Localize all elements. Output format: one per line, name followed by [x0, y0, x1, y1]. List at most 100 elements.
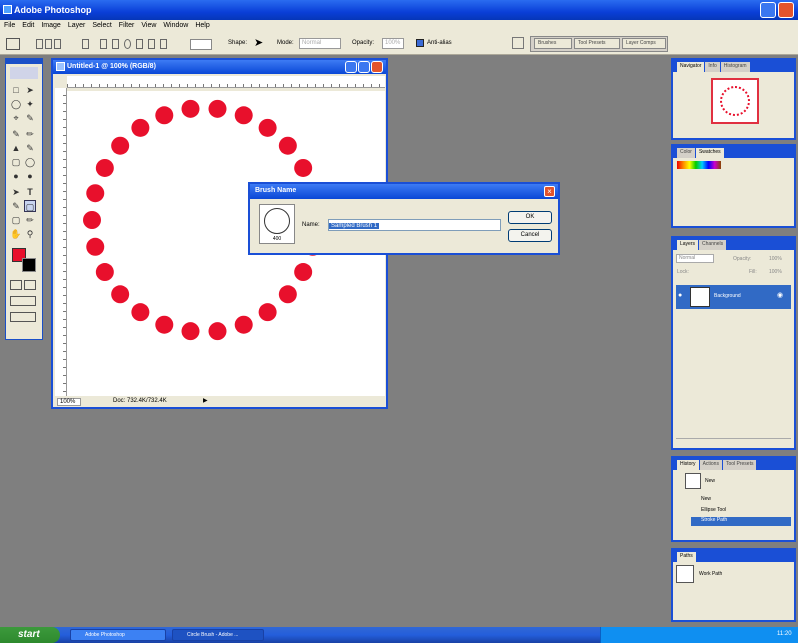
- eraser-tool-icon[interactable]: ▢: [10, 156, 22, 168]
- swatch-row[interactable]: [677, 161, 721, 169]
- navigator-thumbnail[interactable]: [711, 78, 759, 124]
- history-brush-icon[interactable]: ✎: [24, 142, 36, 154]
- layers-footer-icons[interactable]: [676, 438, 791, 446]
- status-menu-arrow-icon[interactable]: ▶: [203, 397, 208, 404]
- history-item[interactable]: Ellipse Tool: [701, 507, 791, 516]
- jump-to-imageready-icon[interactable]: [10, 312, 36, 322]
- dodge-tool-icon[interactable]: ●: [24, 170, 36, 182]
- doc-minimize-button[interactable]: [345, 61, 357, 73]
- pen-tool-icon[interactable]: [82, 39, 89, 49]
- history-item-active[interactable]: Stroke Path: [691, 517, 791, 526]
- tab-histogram[interactable]: Histogram: [720, 62, 750, 72]
- brush-tool-icon[interactable]: ✏: [24, 128, 36, 140]
- slice-tool-icon[interactable]: ✎: [24, 112, 36, 124]
- lasso-tool-icon[interactable]: ◯: [10, 98, 22, 110]
- screen-mode-icon[interactable]: [10, 296, 36, 306]
- tab-color[interactable]: Color: [677, 148, 695, 158]
- history-item[interactable]: New: [701, 496, 791, 505]
- taskbar-item-photoshop[interactable]: Adobe Photoshop: [70, 629, 166, 641]
- standard-mode-icon[interactable]: [10, 280, 22, 290]
- zoom-tool-icon[interactable]: ⚲: [24, 228, 36, 240]
- dialog-close-button[interactable]: ×: [544, 186, 555, 197]
- well-tab-brushes[interactable]: Brushes: [534, 38, 572, 49]
- adobe-online-icon[interactable]: [10, 67, 38, 79]
- snapshot-thumbnail[interactable]: [685, 473, 701, 489]
- line-icon[interactable]: [148, 39, 155, 49]
- hand-tool-icon[interactable]: ✋: [10, 228, 22, 240]
- opacity-field[interactable]: 100%: [382, 38, 404, 49]
- gradient-tool-icon[interactable]: ◯: [24, 156, 36, 168]
- tab-swatches[interactable]: Swatches: [695, 148, 724, 158]
- pen-icon[interactable]: [6, 38, 20, 50]
- type-tool-icon[interactable]: T: [24, 186, 36, 198]
- menu-item[interactable]: Layer: [68, 22, 86, 29]
- marquee-tool-icon[interactable]: □: [10, 84, 22, 96]
- background-color-swatch[interactable]: [22, 258, 36, 272]
- zoom-field[interactable]: 100%: [57, 398, 81, 406]
- fill-pixels-icon[interactable]: [54, 39, 61, 49]
- tab-info[interactable]: Info: [705, 62, 720, 72]
- menu-item[interactable]: File: [4, 22, 15, 29]
- ellipse-icon[interactable]: [124, 39, 131, 49]
- menu-item[interactable]: Help: [195, 22, 209, 29]
- taskbar-item-circle-brush[interactable]: Circle Brush - Adobe ...: [172, 629, 264, 641]
- move-tool-icon[interactable]: ➤: [24, 84, 36, 96]
- antialias-checkbox[interactable]: [416, 39, 424, 47]
- shape-layers-icon[interactable]: [36, 39, 43, 49]
- menu-item[interactable]: Image: [41, 22, 60, 29]
- tab-channels[interactable]: Channels: [699, 240, 727, 250]
- doc-close-button[interactable]: [371, 61, 383, 73]
- menu-item[interactable]: Window: [163, 22, 188, 29]
- blur-tool-icon[interactable]: ●: [10, 170, 22, 182]
- path-selection-icon[interactable]: ➤: [10, 186, 22, 198]
- tab-history[interactable]: History: [677, 460, 699, 470]
- brush-dot: [234, 106, 253, 125]
- tab-history-tool-presets[interactable]: Tool Presets: [722, 460, 757, 470]
- mode-select[interactable]: Normal: [299, 38, 341, 49]
- rounded-rectangle-icon[interactable]: [112, 39, 119, 49]
- menu-item[interactable]: View: [141, 22, 156, 29]
- doc-maximize-button[interactable]: [358, 61, 370, 73]
- close-button[interactable]: [778, 2, 794, 18]
- fill-value[interactable]: 100%: [769, 269, 782, 275]
- custom-shape-icon[interactable]: [160, 39, 167, 49]
- shape-picker[interactable]: ➤: [254, 36, 263, 49]
- minimize-button[interactable]: [760, 2, 776, 18]
- quick-mask-icon[interactable]: [24, 280, 36, 290]
- shape-tool-icon[interactable]: ▢: [24, 200, 36, 212]
- magic-wand-icon[interactable]: ✦: [24, 98, 36, 110]
- menu-item[interactable]: Select: [92, 22, 111, 29]
- doc-size-info: Doc: 732.4K/732.4K: [113, 398, 167, 404]
- clone-stamp-icon[interactable]: ▲: [10, 142, 22, 154]
- crop-tool-icon[interactable]: ⌖: [10, 112, 22, 124]
- tab-actions[interactable]: Actions: [699, 460, 722, 470]
- brush-dot: [86, 184, 105, 203]
- eye-icon[interactable]: ●: [678, 292, 682, 299]
- ok-button[interactable]: OK: [508, 211, 552, 224]
- blend-mode-select[interactable]: Normal: [676, 254, 714, 263]
- path-name[interactable]: Work Path: [699, 571, 722, 577]
- document-icon: [56, 62, 65, 71]
- polygon-icon[interactable]: [136, 39, 143, 49]
- paths-icon[interactable]: [45, 39, 52, 49]
- brush-name-input[interactable]: Sampled Brush 1: [328, 219, 501, 231]
- well-tab-layer-comps[interactable]: Layer Comps: [622, 38, 666, 49]
- menu-item[interactable]: Filter: [119, 22, 135, 29]
- tab-layers[interactable]: Layers: [677, 240, 699, 250]
- healing-brush-icon[interactable]: ✎: [10, 128, 22, 140]
- notes-tool-icon[interactable]: ▢: [10, 214, 22, 226]
- well-tab-tool-presets[interactable]: Tool Presets: [574, 38, 620, 49]
- layer-row-background[interactable]: ● Background ◉: [676, 285, 791, 309]
- layer-opacity-value[interactable]: 100%: [769, 256, 782, 262]
- geometry-options-dropdown[interactable]: [190, 39, 212, 50]
- brush-dot: [258, 118, 277, 137]
- tab-navigator[interactable]: Navigator: [677, 62, 705, 72]
- pen-tool-box-icon[interactable]: ✎: [10, 200, 22, 212]
- cancel-button[interactable]: Cancel: [508, 229, 552, 242]
- tab-paths[interactable]: Paths: [677, 552, 696, 562]
- rectangle-icon[interactable]: [100, 39, 107, 49]
- start-button[interactable]: start: [0, 627, 60, 643]
- eyedropper-icon[interactable]: ✏: [24, 214, 36, 226]
- menu-item[interactable]: Edit: [22, 22, 34, 29]
- palette-well-icon[interactable]: [512, 37, 524, 49]
